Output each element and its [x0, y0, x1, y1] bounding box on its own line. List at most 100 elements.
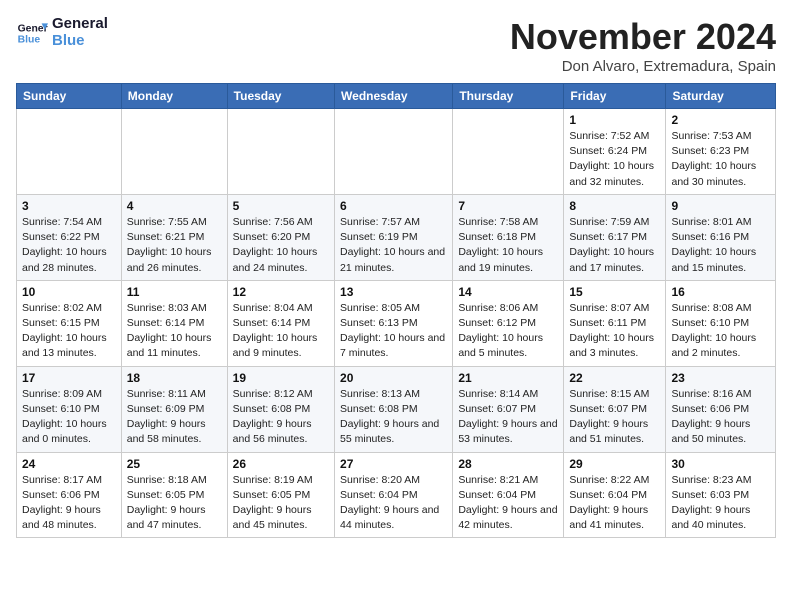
day-cell: [17, 109, 122, 195]
logo-text-line1: General: [52, 16, 108, 33]
day-cell: 28Sunrise: 8:21 AM Sunset: 6:04 PM Dayli…: [453, 452, 564, 538]
day-number: 24: [22, 457, 116, 471]
week-row-2: 3 Sunrise: 7:54 AM Sunset: 6:22 PM Daylig…: [17, 194, 776, 280]
day-info: Sunrise: 7:57 AM Sunset: 6:19 PM Dayligh…: [340, 215, 447, 276]
week-row-1: 1 Sunrise: 7:52 AM Sunset: 6:24 PM Daylig…: [17, 109, 776, 195]
day-cell: [227, 109, 334, 195]
day-number: 20: [340, 371, 447, 385]
day-number: 21: [458, 371, 558, 385]
title-area: November 2024 Don Alvaro, Extremadura, S…: [510, 16, 776, 75]
column-header-tuesday: Tuesday: [227, 84, 334, 109]
day-cell: 22Sunrise: 8:15 AM Sunset: 6:07 PM Dayli…: [564, 366, 666, 452]
day-cell: 11 Sunrise: 8:03 AM Sunset: 6:14 PM Dayli…: [121, 280, 227, 366]
day-number: 16: [671, 285, 770, 299]
day-cell: 5Sunrise: 7:56 AM Sunset: 6:20 PM Daylig…: [227, 194, 334, 280]
day-cell: 14 Sunrise: 8:06 AM Sunset: 6:12 PM Dayli…: [453, 280, 564, 366]
day-number: 2: [671, 113, 770, 127]
day-cell: 9 Sunrise: 8:01 AM Sunset: 6:16 PM Daylig…: [666, 194, 776, 280]
logo-text-line2: Blue: [52, 33, 108, 50]
day-cell: 7 Sunrise: 7:58 AM Sunset: 6:18 PM Daylig…: [453, 194, 564, 280]
day-info: Sunrise: 8:04 AM Sunset: 6:14 PM Dayligh…: [233, 301, 329, 362]
column-header-monday: Monday: [121, 84, 227, 109]
svg-text:Blue: Blue: [18, 34, 41, 45]
day-info: Sunrise: 7:54 AM Sunset: 6:22 PM Dayligh…: [22, 215, 116, 276]
day-cell: [335, 109, 453, 195]
day-info: Sunrise: 7:58 AM Sunset: 6:18 PM Dayligh…: [458, 215, 558, 276]
day-info: Sunrise: 7:55 AM Sunset: 6:21 PM Dayligh…: [127, 215, 222, 276]
calendar-table: SundayMondayTuesdayWednesdayThursdayFrid…: [16, 83, 776, 538]
column-header-sunday: Sunday: [17, 84, 122, 109]
day-cell: 4 Sunrise: 7:55 AM Sunset: 6:21 PM Daylig…: [121, 194, 227, 280]
day-cell: 12 Sunrise: 8:04 AM Sunset: 6:14 PM Dayli…: [227, 280, 334, 366]
day-info: Sunrise: 8:08 AM Sunset: 6:10 PM Dayligh…: [671, 301, 770, 362]
column-header-saturday: Saturday: [666, 84, 776, 109]
day-info: Sunrise: 7:52 AM Sunset: 6:24 PM Dayligh…: [569, 129, 660, 190]
day-number: 25: [127, 457, 222, 471]
day-cell: 20 Sunrise: 8:13 AM Sunset: 6:08 PM Dayli…: [335, 366, 453, 452]
day-info: Sunrise: 8:06 AM Sunset: 6:12 PM Dayligh…: [458, 301, 558, 362]
day-cell: 13Sunrise: 8:05 AM Sunset: 6:13 PM Dayli…: [335, 280, 453, 366]
day-cell: 8 Sunrise: 7:59 AM Sunset: 6:17 PM Daylig…: [564, 194, 666, 280]
day-number: 18: [127, 371, 222, 385]
day-number: 10: [22, 285, 116, 299]
day-cell: 1 Sunrise: 7:52 AM Sunset: 6:24 PM Daylig…: [564, 109, 666, 195]
day-info: Sunrise: 8:12 AM Sunset: 6:08 PM Dayligh…: [233, 387, 329, 448]
day-info: Sunrise: 8:11 AM Sunset: 6:09 PM Dayligh…: [127, 387, 222, 448]
day-info: Sunrise: 8:09 AM Sunset: 6:10 PM Dayligh…: [22, 387, 116, 448]
day-info: Sunrise: 8:21 AM Sunset: 6:04 PM Dayligh…: [458, 473, 558, 534]
day-info: Sunrise: 8:22 AM Sunset: 6:04 PM Dayligh…: [569, 473, 660, 534]
day-info: Sunrise: 7:59 AM Sunset: 6:17 PM Dayligh…: [569, 215, 660, 276]
day-cell: 25 Sunrise: 8:18 AM Sunset: 6:05 PM Dayli…: [121, 452, 227, 538]
day-info: Sunrise: 8:19 AM Sunset: 6:05 PM Dayligh…: [233, 473, 329, 534]
day-cell: 29 Sunrise: 8:22 AM Sunset: 6:04 PM Dayli…: [564, 452, 666, 538]
day-number: 8: [569, 199, 660, 213]
day-info: Sunrise: 8:01 AM Sunset: 6:16 PM Dayligh…: [671, 215, 770, 276]
day-cell: 17 Sunrise: 8:09 AM Sunset: 6:10 PM Dayli…: [17, 366, 122, 452]
day-number: 30: [671, 457, 770, 471]
day-number: 17: [22, 371, 116, 385]
day-number: 26: [233, 457, 329, 471]
day-number: 9: [671, 199, 770, 213]
day-info: Sunrise: 7:53 AM Sunset: 6:23 PM Dayligh…: [671, 129, 770, 190]
day-cell: [453, 109, 564, 195]
day-cell: 24 Sunrise: 8:17 AM Sunset: 6:06 PM Dayli…: [17, 452, 122, 538]
day-number: 11: [127, 285, 222, 299]
day-cell: 30Sunrise: 8:23 AM Sunset: 6:03 PM Dayli…: [666, 452, 776, 538]
header: General Blue General Blue November 2024 …: [16, 16, 776, 75]
day-number: 6: [340, 199, 447, 213]
day-cell: 6 Sunrise: 7:57 AM Sunset: 6:19 PM Daylig…: [335, 194, 453, 280]
day-info: Sunrise: 7:56 AM Sunset: 6:20 PM Dayligh…: [233, 215, 329, 276]
day-number: 15: [569, 285, 660, 299]
day-cell: 16 Sunrise: 8:08 AM Sunset: 6:10 PM Dayli…: [666, 280, 776, 366]
calendar-header-row: SundayMondayTuesdayWednesdayThursdayFrid…: [17, 84, 776, 109]
day-cell: [121, 109, 227, 195]
day-number: 7: [458, 199, 558, 213]
day-cell: 23Sunrise: 8:16 AM Sunset: 6:06 PM Dayli…: [666, 366, 776, 452]
day-number: 14: [458, 285, 558, 299]
day-info: Sunrise: 8:17 AM Sunset: 6:06 PM Dayligh…: [22, 473, 116, 534]
day-number: 4: [127, 199, 222, 213]
day-number: 3: [22, 199, 116, 213]
day-number: 29: [569, 457, 660, 471]
logo: General Blue General Blue: [16, 16, 108, 49]
day-number: 12: [233, 285, 329, 299]
month-title: November 2024: [510, 16, 776, 58]
day-cell: 10 Sunrise: 8:02 AM Sunset: 6:15 PM Dayli…: [17, 280, 122, 366]
day-info: Sunrise: 8:03 AM Sunset: 6:14 PM Dayligh…: [127, 301, 222, 362]
day-info: Sunrise: 8:13 AM Sunset: 6:08 PM Dayligh…: [340, 387, 447, 448]
day-info: Sunrise: 8:16 AM Sunset: 6:06 PM Dayligh…: [671, 387, 770, 448]
day-cell: 19 Sunrise: 8:12 AM Sunset: 6:08 PM Dayli…: [227, 366, 334, 452]
day-cell: 15Sunrise: 8:07 AM Sunset: 6:11 PM Dayli…: [564, 280, 666, 366]
day-cell: 27Sunrise: 8:20 AM Sunset: 6:04 PM Dayli…: [335, 452, 453, 538]
day-info: Sunrise: 8:18 AM Sunset: 6:05 PM Dayligh…: [127, 473, 222, 534]
day-number: 19: [233, 371, 329, 385]
day-info: Sunrise: 8:05 AM Sunset: 6:13 PM Dayligh…: [340, 301, 447, 362]
day-cell: 21Sunrise: 8:14 AM Sunset: 6:07 PM Dayli…: [453, 366, 564, 452]
day-cell: 26 Sunrise: 8:19 AM Sunset: 6:05 PM Dayli…: [227, 452, 334, 538]
day-number: 1: [569, 113, 660, 127]
week-row-5: 24 Sunrise: 8:17 AM Sunset: 6:06 PM Dayli…: [17, 452, 776, 538]
day-number: 27: [340, 457, 447, 471]
location-subtitle: Don Alvaro, Extremadura, Spain: [510, 58, 776, 75]
logo-icon: General Blue: [16, 17, 48, 49]
day-info: Sunrise: 8:02 AM Sunset: 6:15 PM Dayligh…: [22, 301, 116, 362]
